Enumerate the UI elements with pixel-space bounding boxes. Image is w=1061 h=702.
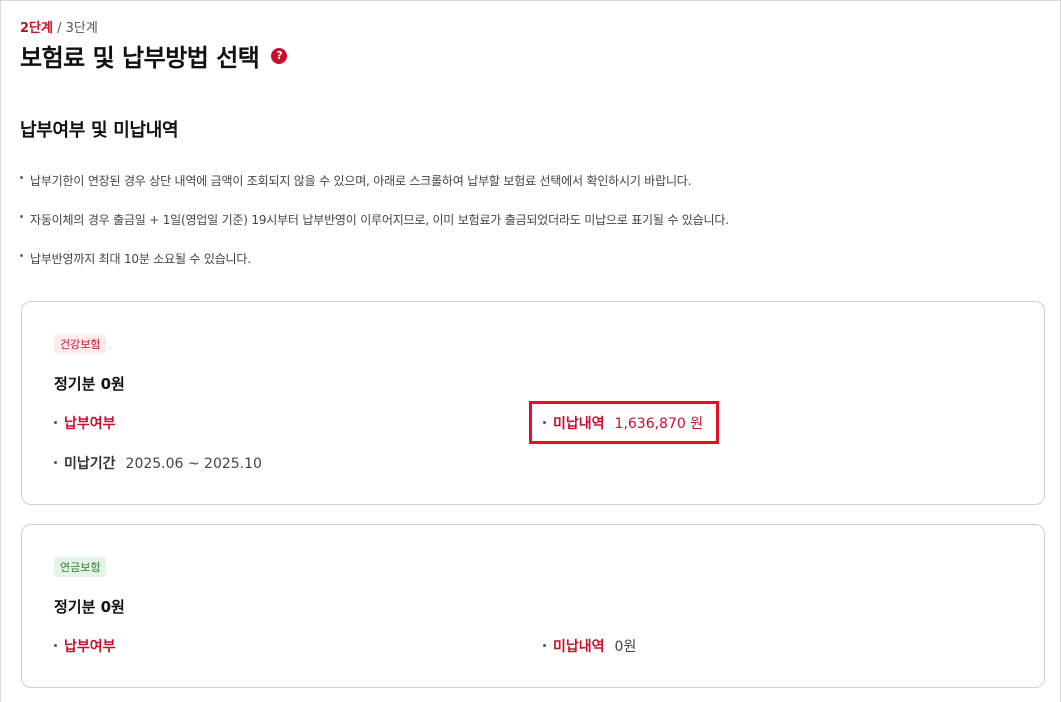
page-title-wrap: 보험료 및 납부방법 선택 ? bbox=[20, 38, 288, 73]
notice-item: 납부반영까지 최대 10분 소요될 수 있습니다. bbox=[20, 250, 251, 267]
unpaid-value: 0원 bbox=[614, 639, 637, 655]
unpaid-period-value: 2025.06 ~ 2025.10 bbox=[125, 456, 262, 472]
notice-text: 납부기한이 연장된 경우 상단 내역에 금액이 조회되지 않을 수 있으며, 아… bbox=[30, 174, 692, 188]
card-title: 정기분 0원 bbox=[54, 375, 125, 393]
notice-text: 납부반영까지 최대 10분 소요될 수 있습니다. bbox=[30, 252, 251, 266]
notice-item: 납부기한이 연장된 경우 상단 내역에 금액이 조회되지 않을 수 있으며, 아… bbox=[20, 172, 691, 189]
bullet-icon bbox=[20, 254, 23, 257]
bullet-icon bbox=[543, 643, 546, 647]
bullet-icon bbox=[54, 643, 57, 647]
step-separator: / bbox=[52, 21, 66, 36]
payment-status-row: 납부여부 bbox=[54, 636, 116, 656]
pension-insurance-card: 연금보험 정기분 0원 납부여부 미납내역 0원 bbox=[21, 524, 1045, 688]
step-current: 2단계 bbox=[20, 21, 53, 36]
unpaid-label: 미납내역 bbox=[553, 639, 605, 655]
step-indicator: 2단계 / 3단계 bbox=[20, 17, 98, 36]
unpaid-period-row: 미납기간 2025.06 ~ 2025.10 bbox=[54, 453, 262, 473]
help-icon[interactable]: ? bbox=[271, 48, 288, 64]
bullet-icon bbox=[20, 176, 23, 179]
section-title: 납부여부 및 미납내역 bbox=[20, 120, 179, 141]
pension-insurance-badge: 연금보험 bbox=[54, 557, 107, 577]
card-title: 정기분 0원 bbox=[54, 598, 125, 616]
unpaid-amount-row: 미납내역 0원 bbox=[543, 636, 636, 656]
payment-status-row: 납부여부 bbox=[54, 413, 116, 433]
health-insurance-badge: 건강보험 bbox=[54, 334, 107, 354]
payment-status-label: 납부여부 bbox=[64, 416, 116, 432]
step-total: 3단계 bbox=[65, 21, 98, 36]
notice-text: 자동이체의 경우 출금일 + 1일(영업일 기준) 19시부터 납부반영이 이루… bbox=[30, 213, 729, 227]
bullet-icon bbox=[54, 420, 57, 424]
bullet-icon bbox=[20, 215, 23, 218]
unpaid-period-label: 미납기간 bbox=[64, 456, 116, 472]
notice-item: 자동이체의 경우 출금일 + 1일(영업일 기준) 19시부터 납부반영이 이루… bbox=[20, 211, 729, 228]
unpaid-highlight-box bbox=[529, 401, 719, 444]
page-title: 보험료 및 납부방법 선택 bbox=[20, 44, 260, 72]
bullet-icon bbox=[54, 460, 57, 464]
payment-status-label: 납부여부 bbox=[64, 639, 116, 655]
